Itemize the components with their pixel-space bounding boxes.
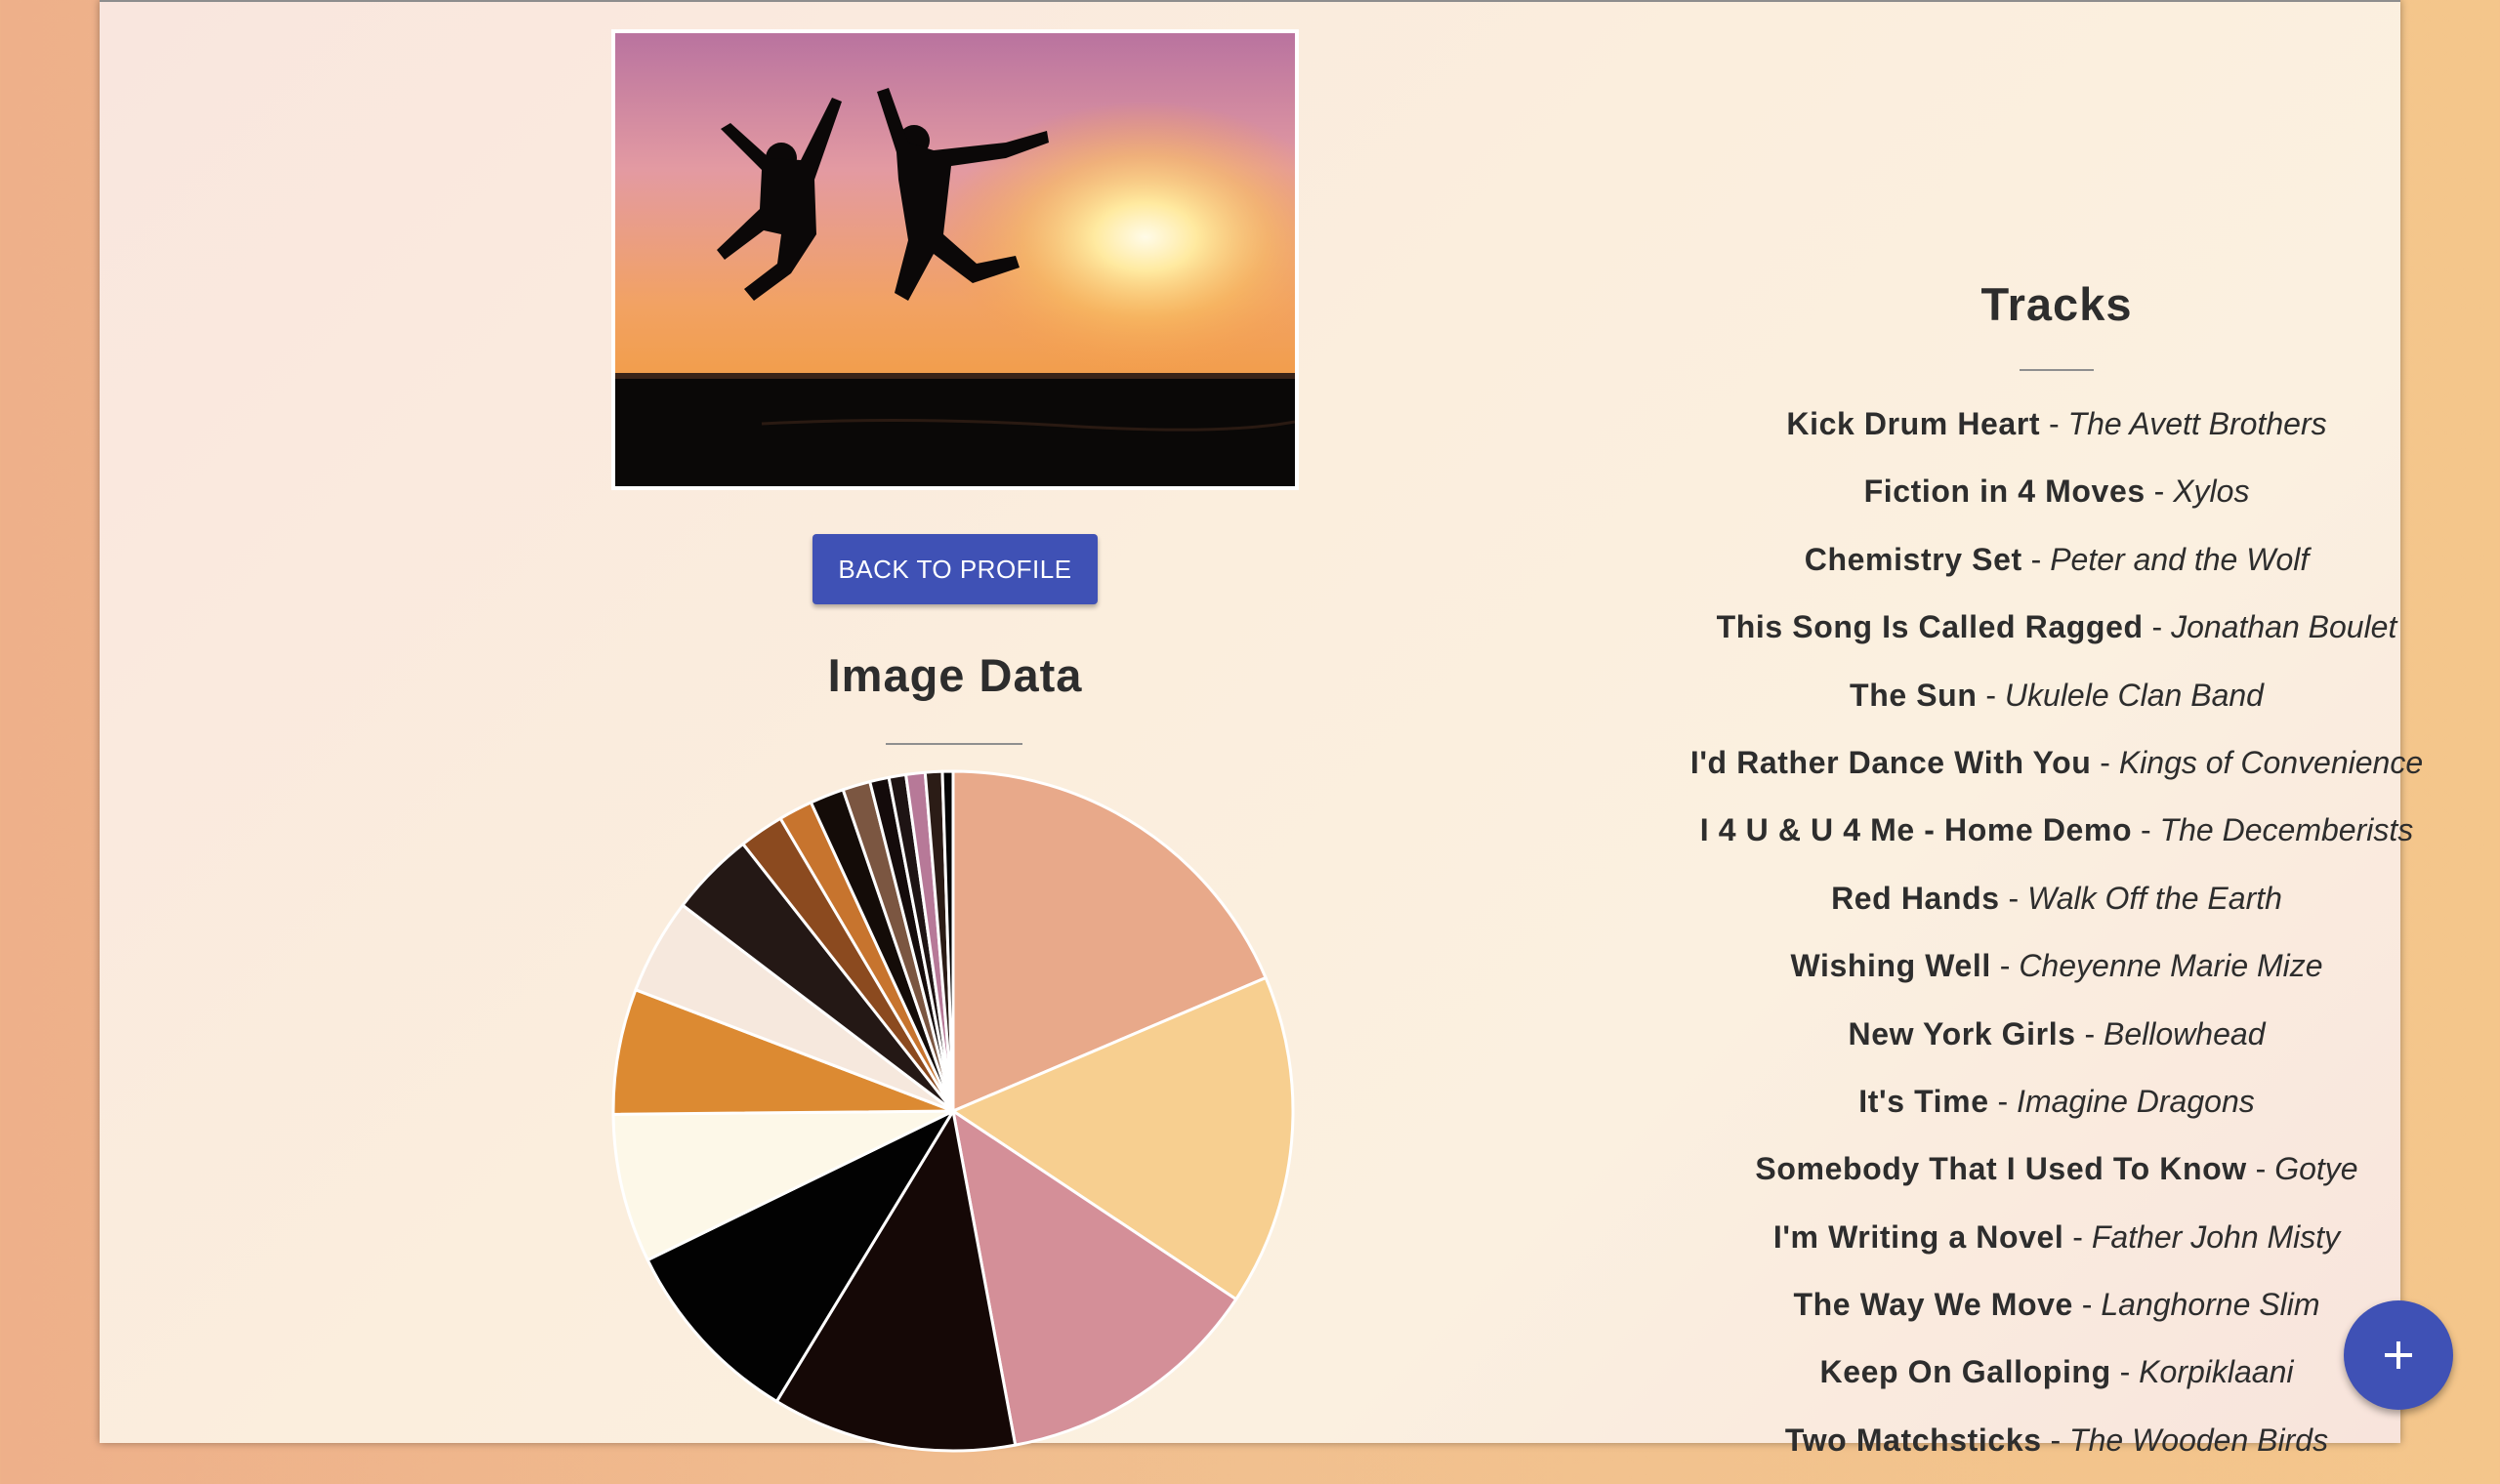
track-song-title: It's Time bbox=[1858, 1083, 1989, 1119]
tracks-divider bbox=[2020, 369, 2094, 371]
track-item[interactable]: Two Matchsticks - The Wooden Birds bbox=[1617, 1417, 2496, 1484]
track-separator: - bbox=[2110, 1354, 2140, 1390]
plus-icon bbox=[2385, 1341, 2412, 1369]
image-data-heading: Image Data bbox=[827, 649, 1083, 701]
track-artist: Imagine Dragons bbox=[2017, 1083, 2255, 1119]
add-fab-button[interactable] bbox=[2344, 1300, 2453, 1410]
track-separator: - bbox=[2072, 1287, 2102, 1323]
track-artist: The Wooden Birds bbox=[2069, 1422, 2329, 1458]
track-song-title: Wishing Well bbox=[1790, 948, 1991, 984]
track-separator: - bbox=[2021, 541, 2051, 577]
track-separator: - bbox=[2246, 1151, 2275, 1187]
track-song-title: Fiction in 4 Moves bbox=[1863, 474, 2146, 510]
track-separator: - bbox=[2132, 812, 2160, 848]
track-artist: Gotye bbox=[2274, 1151, 2358, 1187]
track-song-title: New York Girls bbox=[1848, 1015, 2076, 1051]
track-item[interactable]: Chemistry Set - Peter and the Wolf bbox=[1617, 536, 2496, 603]
back-to-profile-button[interactable]: BACK TO PROFILE bbox=[812, 534, 1098, 604]
track-separator: - bbox=[2063, 1218, 2092, 1255]
track-separator: - bbox=[1977, 677, 2005, 713]
track-artist: The Avett Brothers bbox=[2067, 406, 2327, 441]
track-item[interactable]: New York Girls - Bellowhead bbox=[1617, 1010, 2496, 1078]
track-artist: The Decemberists bbox=[2159, 812, 2414, 848]
track-item[interactable]: It's Time - Imagine Dragons bbox=[1617, 1078, 2496, 1145]
track-artist: Korpiklaani bbox=[2139, 1354, 2294, 1390]
track-item[interactable]: I'd Rather Dance With You - Kings of Con… bbox=[1617, 739, 2496, 806]
track-item[interactable]: This Song Is Called Ragged - Jonathan Bo… bbox=[1617, 603, 2496, 671]
track-song-title: The Way We Move bbox=[1793, 1287, 2073, 1323]
track-separator: - bbox=[2041, 1422, 2070, 1458]
image-data-divider bbox=[886, 743, 1022, 745]
track-separator: - bbox=[1988, 1083, 2018, 1119]
track-item[interactable]: Kick Drum Heart - The Avett Brothers bbox=[1617, 400, 2496, 468]
track-artist: Xylos bbox=[2173, 474, 2250, 510]
track-song-title: The Sun bbox=[1850, 677, 1978, 713]
track-song-title: I 4 U & U 4 Me - Home Demo bbox=[1699, 812, 2133, 848]
track-artist: Jonathan Boulet bbox=[2171, 609, 2397, 645]
track-artist: Peter and the Wolf bbox=[2050, 541, 2310, 577]
track-song-title: Kick Drum Heart bbox=[1786, 406, 2041, 441]
content-card: BACK TO PROFILE Image Data Tracks Kick D… bbox=[100, 0, 2423, 1458]
track-song-title: Somebody That I Used To Know bbox=[1755, 1151, 2247, 1187]
track-artist: Kings of Convenience bbox=[2118, 744, 2424, 780]
track-separator: - bbox=[2091, 744, 2119, 780]
track-item[interactable]: Wishing Well - Cheyenne Marie Mize bbox=[1617, 942, 2496, 1010]
track-item[interactable]: Red Hands - Walk Off the Earth bbox=[1617, 875, 2496, 942]
track-item[interactable]: Fiction in 4 Moves - Xylos bbox=[1617, 468, 2496, 535]
tracks-heading: Tracks bbox=[1980, 278, 2133, 330]
track-song-title: I'm Writing a Novel bbox=[1772, 1218, 2064, 1255]
track-song-title: Keep On Galloping bbox=[1819, 1354, 2111, 1390]
track-song-title: This Song Is Called Ragged bbox=[1716, 609, 2144, 645]
track-item[interactable]: Somebody That I Used To Know - Gotye bbox=[1617, 1145, 2496, 1213]
track-artist: Walk Off the Earth bbox=[2027, 880, 2282, 916]
track-song-title: I'd Rather Dance With You bbox=[1689, 744, 2092, 780]
track-separator: - bbox=[2040, 406, 2068, 441]
track-artist: Cheyenne Marie Mize bbox=[2019, 948, 2323, 984]
track-separator: - bbox=[2075, 1015, 2104, 1051]
track-separator: - bbox=[2145, 474, 2174, 510]
track-separator: - bbox=[1999, 880, 2028, 916]
track-song-title: Chemistry Set bbox=[1804, 541, 2022, 577]
track-artist: Father John Misty bbox=[2091, 1218, 2341, 1255]
track-item[interactable]: I 4 U & U 4 Me - Home Demo - The Decembe… bbox=[1617, 806, 2496, 874]
track-artist: Ukulele Clan Band bbox=[2004, 677, 2264, 713]
track-artist: Langhorne Slim bbox=[2101, 1287, 2320, 1323]
sunset-jump-illustration bbox=[615, 33, 1295, 486]
track-separator: - bbox=[2143, 609, 2172, 645]
track-item[interactable]: The Sun - Ukulele Clan Band bbox=[1617, 672, 2496, 739]
track-song-title: Two Matchsticks bbox=[1784, 1422, 2042, 1458]
track-separator: - bbox=[1990, 948, 2020, 984]
album-cover-image bbox=[611, 29, 1299, 490]
track-item[interactable]: I'm Writing a Novel - Father John Misty bbox=[1617, 1214, 2496, 1281]
color-pie-chart bbox=[611, 769, 1295, 1453]
track-song-title: Red Hands bbox=[1831, 880, 2000, 916]
track-artist: Bellowhead bbox=[2104, 1015, 2266, 1051]
